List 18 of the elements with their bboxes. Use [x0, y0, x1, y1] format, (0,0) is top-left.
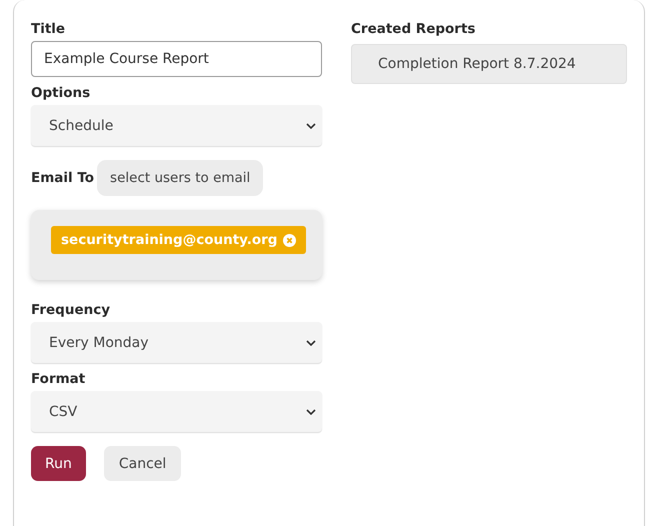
chevron-down-icon	[306, 122, 316, 128]
title-input[interactable]: Example Course Report	[31, 41, 322, 77]
field-label: Options	[31, 85, 92, 102]
field-label: Email To	[31, 170, 94, 186]
field-label: Frequency	[31, 302, 112, 319]
remove-icon[interactable]	[283, 234, 296, 246]
field-label: Format	[31, 371, 86, 388]
select-users-button[interactable]: select users to email	[97, 160, 264, 196]
field-label: Title	[31, 21, 66, 38]
dropdown[interactable]: Every Monday	[31, 322, 322, 363]
dropdown[interactable]: CSV	[31, 391, 322, 432]
chevron-down-icon	[306, 408, 316, 414]
cancel-button[interactable]: Cancel	[104, 446, 182, 481]
dropdown[interactable]: Schedule	[31, 105, 322, 146]
chevron-down-icon	[306, 340, 316, 346]
section-label: Created Reports	[351, 21, 476, 38]
run-button[interactable]: Run	[31, 446, 86, 481]
report-item[interactable]: Completion Report 8.7.2024	[351, 44, 627, 84]
